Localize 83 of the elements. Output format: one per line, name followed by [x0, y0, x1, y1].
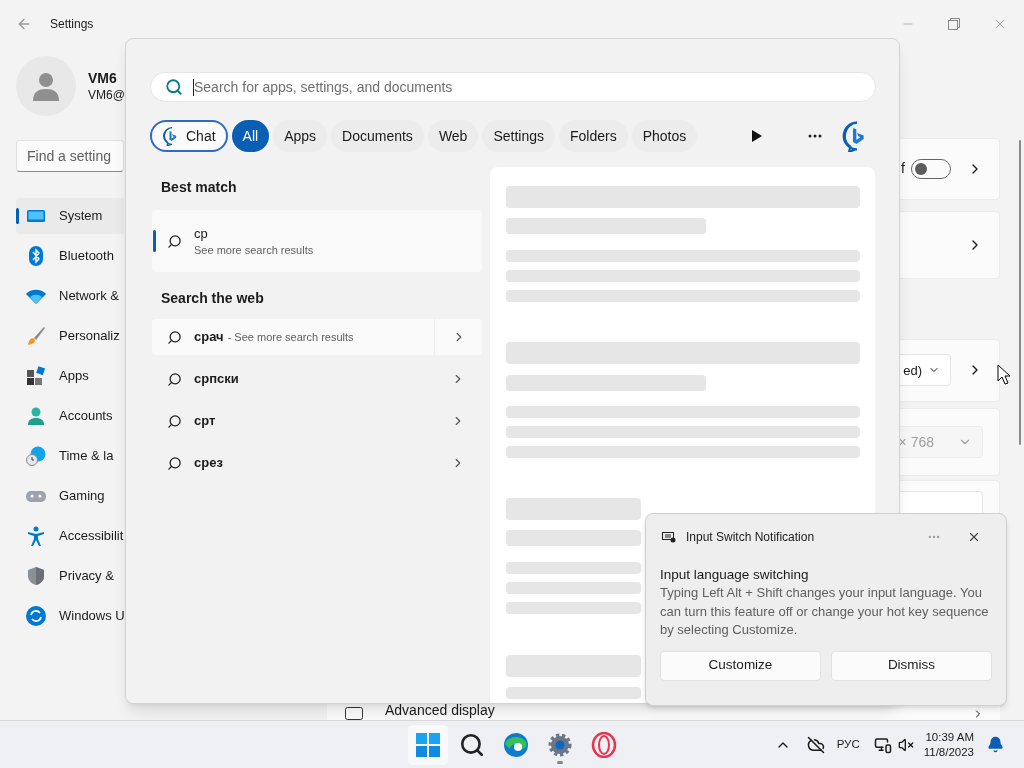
search-icon	[167, 413, 182, 429]
filter-chip[interactable]: Apps	[273, 120, 328, 152]
nav-item[interactable]: Apps	[16, 358, 124, 394]
user-email: VM6@	[88, 87, 125, 103]
web-result[interactable]: срт	[152, 403, 482, 439]
filter-chip[interactable]: Settings	[482, 120, 555, 152]
update-icon	[26, 606, 46, 626]
filter-chip[interactable]: Folders	[559, 120, 628, 152]
search-icon	[165, 78, 183, 96]
nav-item[interactable]: Bluetooth	[16, 238, 124, 274]
opera-logo-icon	[591, 731, 617, 758]
user-name: VM6	[88, 69, 118, 87]
result-subtitle: See more search results	[194, 242, 314, 258]
language-indicator[interactable]: РУС	[836, 735, 860, 754]
notification-body: Typing Left Alt + Shift changes your input language. You can turn this feature off or change your hot key sequence by selecting Customize.	[660, 584, 990, 639]
chat-chip[interactable]: Chat	[150, 120, 228, 152]
notification-title: Input language switching	[660, 566, 810, 584]
filter-chip[interactable]: Web	[427, 120, 479, 152]
web-result[interactable]: српски	[152, 361, 482, 397]
nav-item[interactable]: Gaming	[16, 478, 124, 514]
search-icon	[167, 455, 182, 471]
notification-button[interactable]: Customize	[660, 650, 821, 681]
play-icon	[752, 130, 763, 142]
person-icon	[31, 71, 61, 101]
search-icon	[167, 371, 182, 387]
keyboard-icon	[662, 531, 676, 543]
selection-indicator	[153, 230, 156, 252]
search-icon	[459, 731, 485, 758]
clock-date[interactable]: 11/8/2023	[923, 744, 974, 760]
network-icon[interactable]	[873, 735, 892, 754]
bell-icon[interactable]	[987, 736, 1004, 753]
person-icon	[26, 406, 46, 426]
notification-button[interactable]: Dismiss	[831, 650, 992, 681]
accessibility-icon	[26, 526, 46, 546]
nav-item[interactable]: Time & la	[16, 438, 124, 474]
result-hint: - See more search results	[227, 329, 354, 345]
filter-chip[interactable]: Photos	[631, 120, 698, 152]
restore-icon	[948, 18, 960, 30]
brush-icon	[26, 326, 46, 346]
row-label: Advanced display	[385, 702, 495, 718]
web-result[interactable]: срач - See more search results	[152, 319, 482, 355]
search-field[interactable]: Search for apps, settings, and documents	[150, 72, 876, 102]
search-icon	[167, 329, 182, 345]
web-result[interactable]: срез	[152, 445, 482, 481]
more-icon	[808, 134, 823, 138]
edge-logo-icon	[503, 731, 529, 758]
search-field[interactable]: Find a setting	[16, 140, 124, 172]
nav-item[interactable]: Network &	[16, 278, 124, 314]
scrollbar[interactable]	[1019, 140, 1021, 445]
nav-item[interactable]: Accessibilit	[16, 518, 124, 554]
window-title: Settings	[50, 16, 94, 33]
filter-chip[interactable]: Documents	[331, 120, 424, 152]
volume-mute-icon[interactable]	[897, 736, 914, 753]
notification-app-name: Input Switch Notification	[686, 529, 815, 546]
selection-indicator	[16, 208, 19, 224]
section-heading: Search the web	[161, 289, 265, 308]
filter-chip[interactable]: All	[231, 120, 270, 152]
toggle-label: f	[901, 159, 905, 179]
bluetooth-icon	[26, 246, 46, 266]
nav-item[interactable]: Privacy &	[16, 558, 124, 594]
best-match-result[interactable]: ср See more search results	[152, 210, 482, 272]
clock-time[interactable]: 10:39 AM	[925, 729, 974, 745]
nav-item[interactable]: System	[16, 198, 124, 234]
text-cursor	[193, 78, 194, 96]
nav-item[interactable]: Personaliz	[16, 318, 124, 354]
section-heading: Best match	[161, 178, 238, 197]
apps-icon	[26, 366, 46, 386]
running-indicator	[557, 760, 563, 764]
result-text: српски	[194, 370, 239, 389]
result-text: срт	[194, 412, 216, 431]
nav-item[interactable]: Accounts	[16, 398, 124, 434]
globe-clock-icon	[26, 446, 46, 466]
search-icon	[167, 233, 182, 249]
close-icon	[967, 530, 981, 544]
nav-item[interactable]: Windows U	[16, 598, 124, 634]
cloud-off-icon[interactable]	[806, 735, 825, 754]
shield-icon	[26, 566, 46, 586]
result-text: срач	[194, 328, 224, 347]
result-title: ср	[194, 224, 209, 242]
result-text: срез	[194, 454, 223, 473]
windows-logo-icon	[416, 732, 440, 757]
gear-icon	[547, 731, 573, 758]
monitor-icon	[345, 707, 363, 720]
